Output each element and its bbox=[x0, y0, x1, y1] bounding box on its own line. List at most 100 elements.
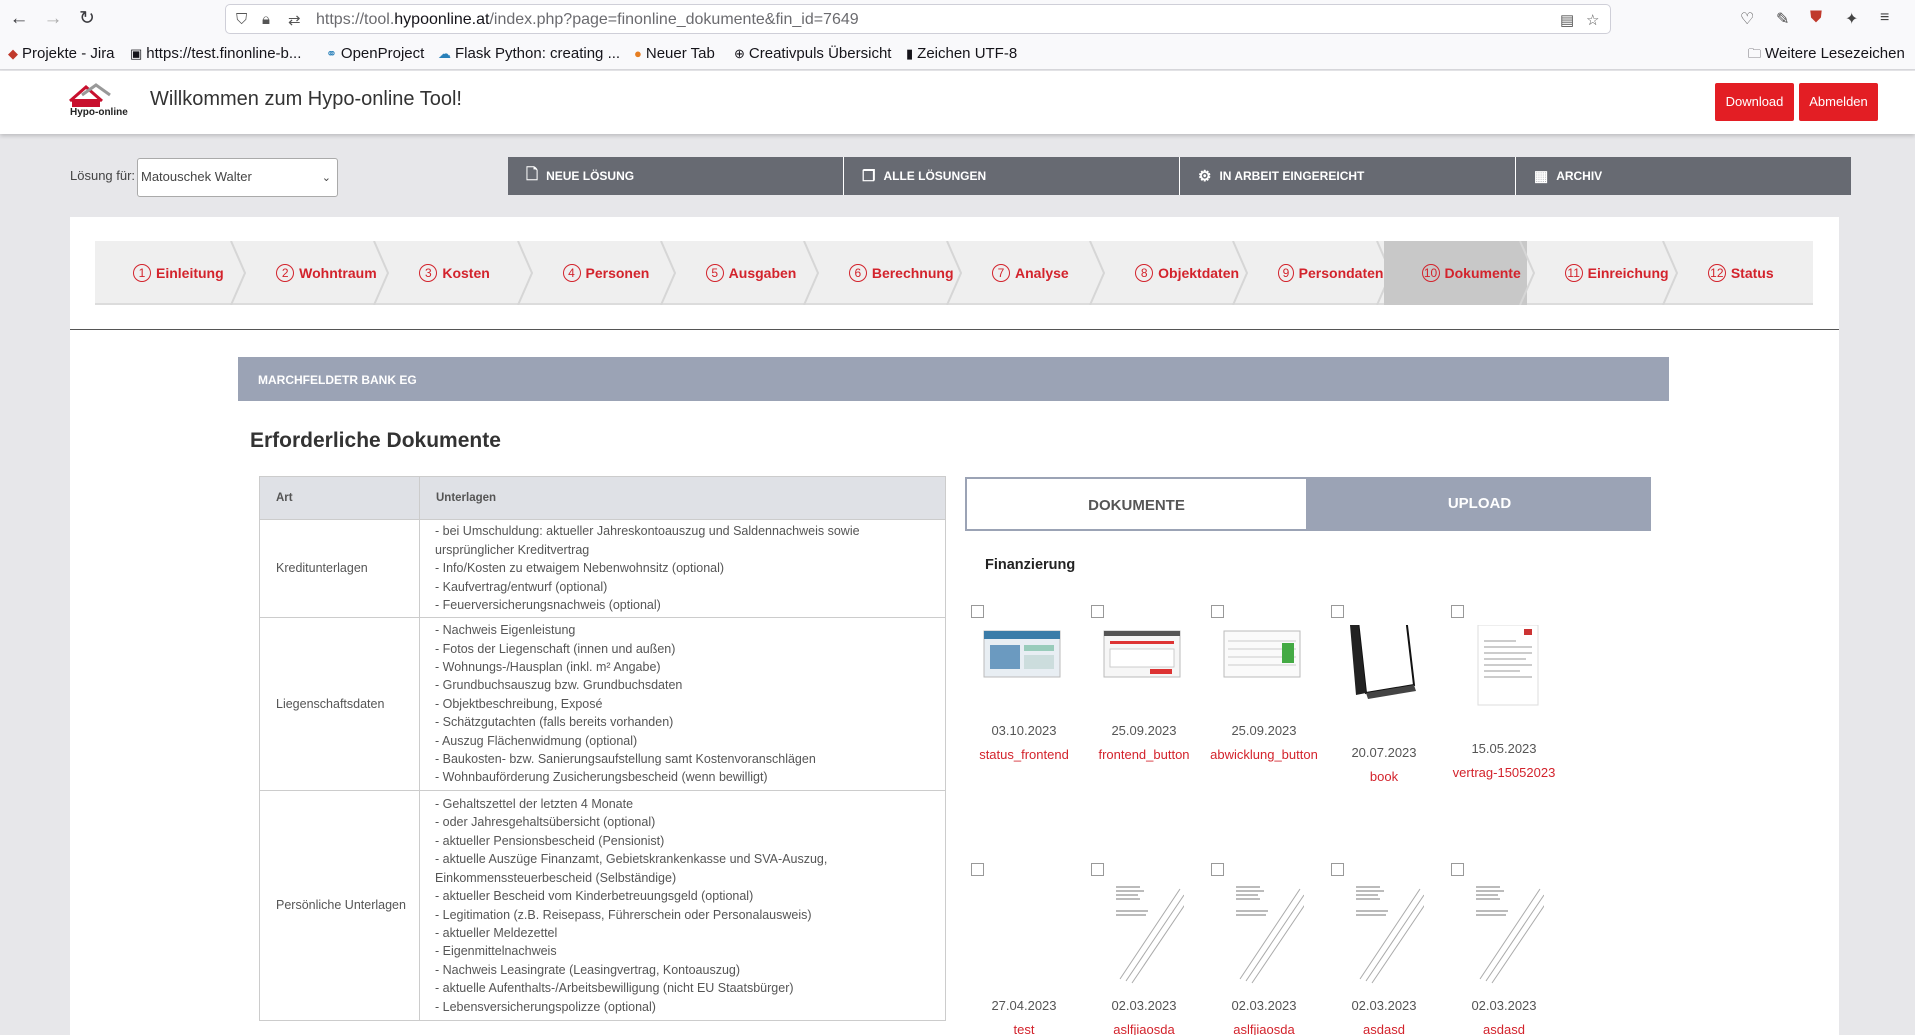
step-label: Einreichung bbox=[1587, 265, 1669, 281]
nav-neue-loesung[interactable]: 🗋︎ NEUE LÖSUNG bbox=[508, 157, 844, 195]
file-thumbnail[interactable] bbox=[1220, 883, 1304, 993]
tabs: DOKUMENTE UPLOAD bbox=[965, 477, 1651, 531]
file-item[interactable]: 15.05.2023 vertrag-15052023 bbox=[1445, 605, 1563, 780]
file-date: 20.07.2023 bbox=[1351, 745, 1417, 760]
file-name-link[interactable]: abwicklung_button bbox=[1205, 747, 1323, 762]
file-item[interactable]: 02.03.2023 asdasd bbox=[1445, 863, 1563, 1035]
reader-view-icon[interactable]: ▤ bbox=[1560, 11, 1574, 29]
reload-icon[interactable]: ↻ bbox=[76, 8, 98, 30]
other-bookmarks[interactable]: 🗀︎ Weitere Lesezeichen bbox=[1748, 45, 1905, 67]
cell-unterlagen: - Nachweis Eigenleistung - Fotos der Lieg… bbox=[419, 617, 946, 791]
bookmark-item[interactable]: ⚭ OpenProject bbox=[326, 45, 424, 62]
file-thumbnail[interactable] bbox=[1100, 883, 1184, 993]
url-text[interactable]: https://tool.hypoonline.at/index.php?pag… bbox=[316, 11, 859, 29]
file-name-link[interactable]: book bbox=[1325, 769, 1443, 784]
nav-in-arbeit-eingereicht[interactable]: ⚙ IN ARBEIT EINGEREICHT bbox=[1180, 157, 1516, 195]
step-number: 1 bbox=[133, 264, 151, 282]
file-checkbox[interactable] bbox=[1091, 605, 1104, 618]
step-12[interactable]: 12 Status bbox=[1670, 241, 1813, 305]
bookmark-item[interactable]: ▣ https://test.finonline-b... bbox=[130, 45, 301, 62]
file-item[interactable]: 25.09.2023 frontend_button bbox=[1085, 605, 1203, 775]
lock-icon[interactable]: 🔒︎ bbox=[262, 11, 270, 28]
file-item[interactable]: 02.03.2023 asdasd bbox=[1325, 863, 1443, 1035]
file-name-link[interactable]: test bbox=[965, 1022, 1083, 1035]
file-name-link[interactable]: asdasd bbox=[1325, 1022, 1443, 1035]
file-thumbnail[interactable] bbox=[1340, 883, 1424, 993]
bookmark-item[interactable]: ▮ Zeichen UTF-8 bbox=[906, 45, 1017, 62]
file-thumbnail[interactable] bbox=[980, 625, 1064, 683]
ublock-icon[interactable]: ⛊ bbox=[1810, 9, 1822, 27]
bookmark-item[interactable]: ◆ Projekte - Jira bbox=[8, 45, 115, 62]
bookmark-item[interactable]: ● Neuer Tab bbox=[634, 45, 715, 62]
file-checkbox[interactable] bbox=[971, 863, 984, 876]
file-thumbnail[interactable] bbox=[1460, 883, 1544, 993]
file-icon: 🗋︎ bbox=[526, 165, 539, 183]
loesung-select[interactable]: Matouschek Walter ⌄ bbox=[137, 158, 338, 197]
download-button[interactable]: Download bbox=[1715, 83, 1794, 121]
step-2[interactable]: 2 Wohntraum bbox=[238, 241, 381, 305]
file-item[interactable]: 25.09.2023 abwicklung_button bbox=[1205, 605, 1323, 775]
extensions-icon[interactable]: ✦ bbox=[1845, 9, 1858, 29]
bookmark-item[interactable]: ☁ Flask Python: creating ... bbox=[438, 45, 620, 62]
file-name-link[interactable]: frontend_button bbox=[1085, 747, 1203, 762]
step-3[interactable]: 3 Kosten bbox=[381, 241, 524, 305]
tab-upload[interactable]: UPLOAD bbox=[1308, 477, 1651, 531]
file-thumbnail[interactable] bbox=[1220, 625, 1304, 683]
file-thumbnail[interactable] bbox=[980, 883, 1064, 941]
file-checkbox[interactable] bbox=[1451, 605, 1464, 618]
file-item[interactable]: 27.04.2023 test bbox=[965, 863, 1083, 1035]
app-header: Hypo-online Willkommen zum Hypo-online T… bbox=[0, 71, 1915, 134]
step-9[interactable]: 9 Persondaten bbox=[1240, 241, 1383, 305]
logout-button[interactable]: Abmelden bbox=[1799, 83, 1878, 121]
file-thumbnail[interactable] bbox=[1100, 625, 1184, 683]
back-icon[interactable]: ← bbox=[8, 8, 30, 30]
step-number: 5 bbox=[705, 264, 724, 282]
step-4[interactable]: 4 Personen bbox=[525, 241, 668, 305]
step-label: Ausgaben bbox=[728, 265, 797, 281]
step-7[interactable]: 7 Analyse bbox=[954, 241, 1097, 305]
welcome-title: Willkommen zum Hypo-online Tool! bbox=[150, 88, 462, 110]
file-name-link[interactable]: vertrag-15052023 bbox=[1445, 765, 1563, 780]
file-thumbnail[interactable] bbox=[1340, 625, 1424, 711]
file-checkbox[interactable] bbox=[1331, 605, 1344, 618]
step-6[interactable]: 6 Berechnung bbox=[811, 241, 954, 305]
step-label: Analyse bbox=[1015, 265, 1069, 281]
file-name-link[interactable]: status_frontend bbox=[965, 747, 1083, 762]
file-item[interactable]: 03.10.2023 status_frontend bbox=[965, 605, 1083, 775]
eyedropper-icon[interactable]: ✎ bbox=[1776, 9, 1789, 29]
step-8[interactable]: 8 Objektdaten bbox=[1097, 241, 1240, 305]
tab-dokumente[interactable]: DOKUMENTE bbox=[965, 477, 1308, 531]
file-item[interactable]: 20.07.2023 book bbox=[1325, 605, 1443, 784]
nav-alle-loesungen[interactable]: ❐ ALLE LÖSUNGEN bbox=[844, 157, 1180, 195]
step-1[interactable]: 1 Einleitung bbox=[95, 241, 238, 305]
file-name-link[interactable]: aslfjiaosda bbox=[1085, 1022, 1203, 1035]
document-requirement: - aktueller Bescheid vom Kinderbetreuung… bbox=[435, 889, 754, 904]
step-10[interactable]: 10 Dokumente bbox=[1383, 241, 1527, 305]
file-checkbox[interactable] bbox=[1091, 863, 1104, 876]
bookmark-item[interactable]: ⊕ Creativpuls Übersicht bbox=[734, 45, 891, 62]
menu-icon[interactable]: ≡ bbox=[1880, 9, 1889, 27]
forward-icon[interactable]: → bbox=[42, 8, 64, 30]
section-title-finanzierung: Finanzierung bbox=[985, 557, 1076, 573]
step-11[interactable]: 11 Einreichung bbox=[1527, 241, 1670, 305]
file-checkbox[interactable] bbox=[1451, 863, 1464, 876]
pocket-icon[interactable]: ♡ bbox=[1740, 9, 1754, 29]
step-5[interactable]: 5 Ausgaben bbox=[668, 241, 811, 305]
file-thumbnail[interactable] bbox=[1460, 625, 1544, 715]
hypo-online-logo[interactable]: Hypo-online bbox=[66, 81, 128, 121]
url-bar[interactable]: ⛉ 🔒︎ ⇄ https://tool.hypoonline.at/index.… bbox=[225, 4, 1611, 34]
file-checkbox[interactable] bbox=[1211, 605, 1224, 618]
file-name-link[interactable]: asdasd bbox=[1445, 1022, 1563, 1035]
bookmark-star-icon[interactable]: ☆ bbox=[1586, 11, 1599, 29]
nav-archiv[interactable]: ▦ ARCHIV bbox=[1516, 157, 1851, 195]
file-name-link[interactable]: aslfjiaosda bbox=[1205, 1022, 1323, 1035]
step-number: 6 bbox=[848, 264, 867, 282]
file-checkbox[interactable] bbox=[971, 605, 984, 618]
file-date: 02.03.2023 bbox=[1231, 998, 1297, 1013]
file-item[interactable]: 02.03.2023 aslfjiaosda bbox=[1085, 863, 1203, 1035]
file-checkbox[interactable] bbox=[1331, 863, 1344, 876]
permissions-icon[interactable]: ⇄ bbox=[288, 11, 301, 29]
file-item[interactable]: 02.03.2023 aslfjiaosda bbox=[1205, 863, 1323, 1035]
shield-icon[interactable]: ⛉ bbox=[236, 11, 247, 28]
file-checkbox[interactable] bbox=[1211, 863, 1224, 876]
